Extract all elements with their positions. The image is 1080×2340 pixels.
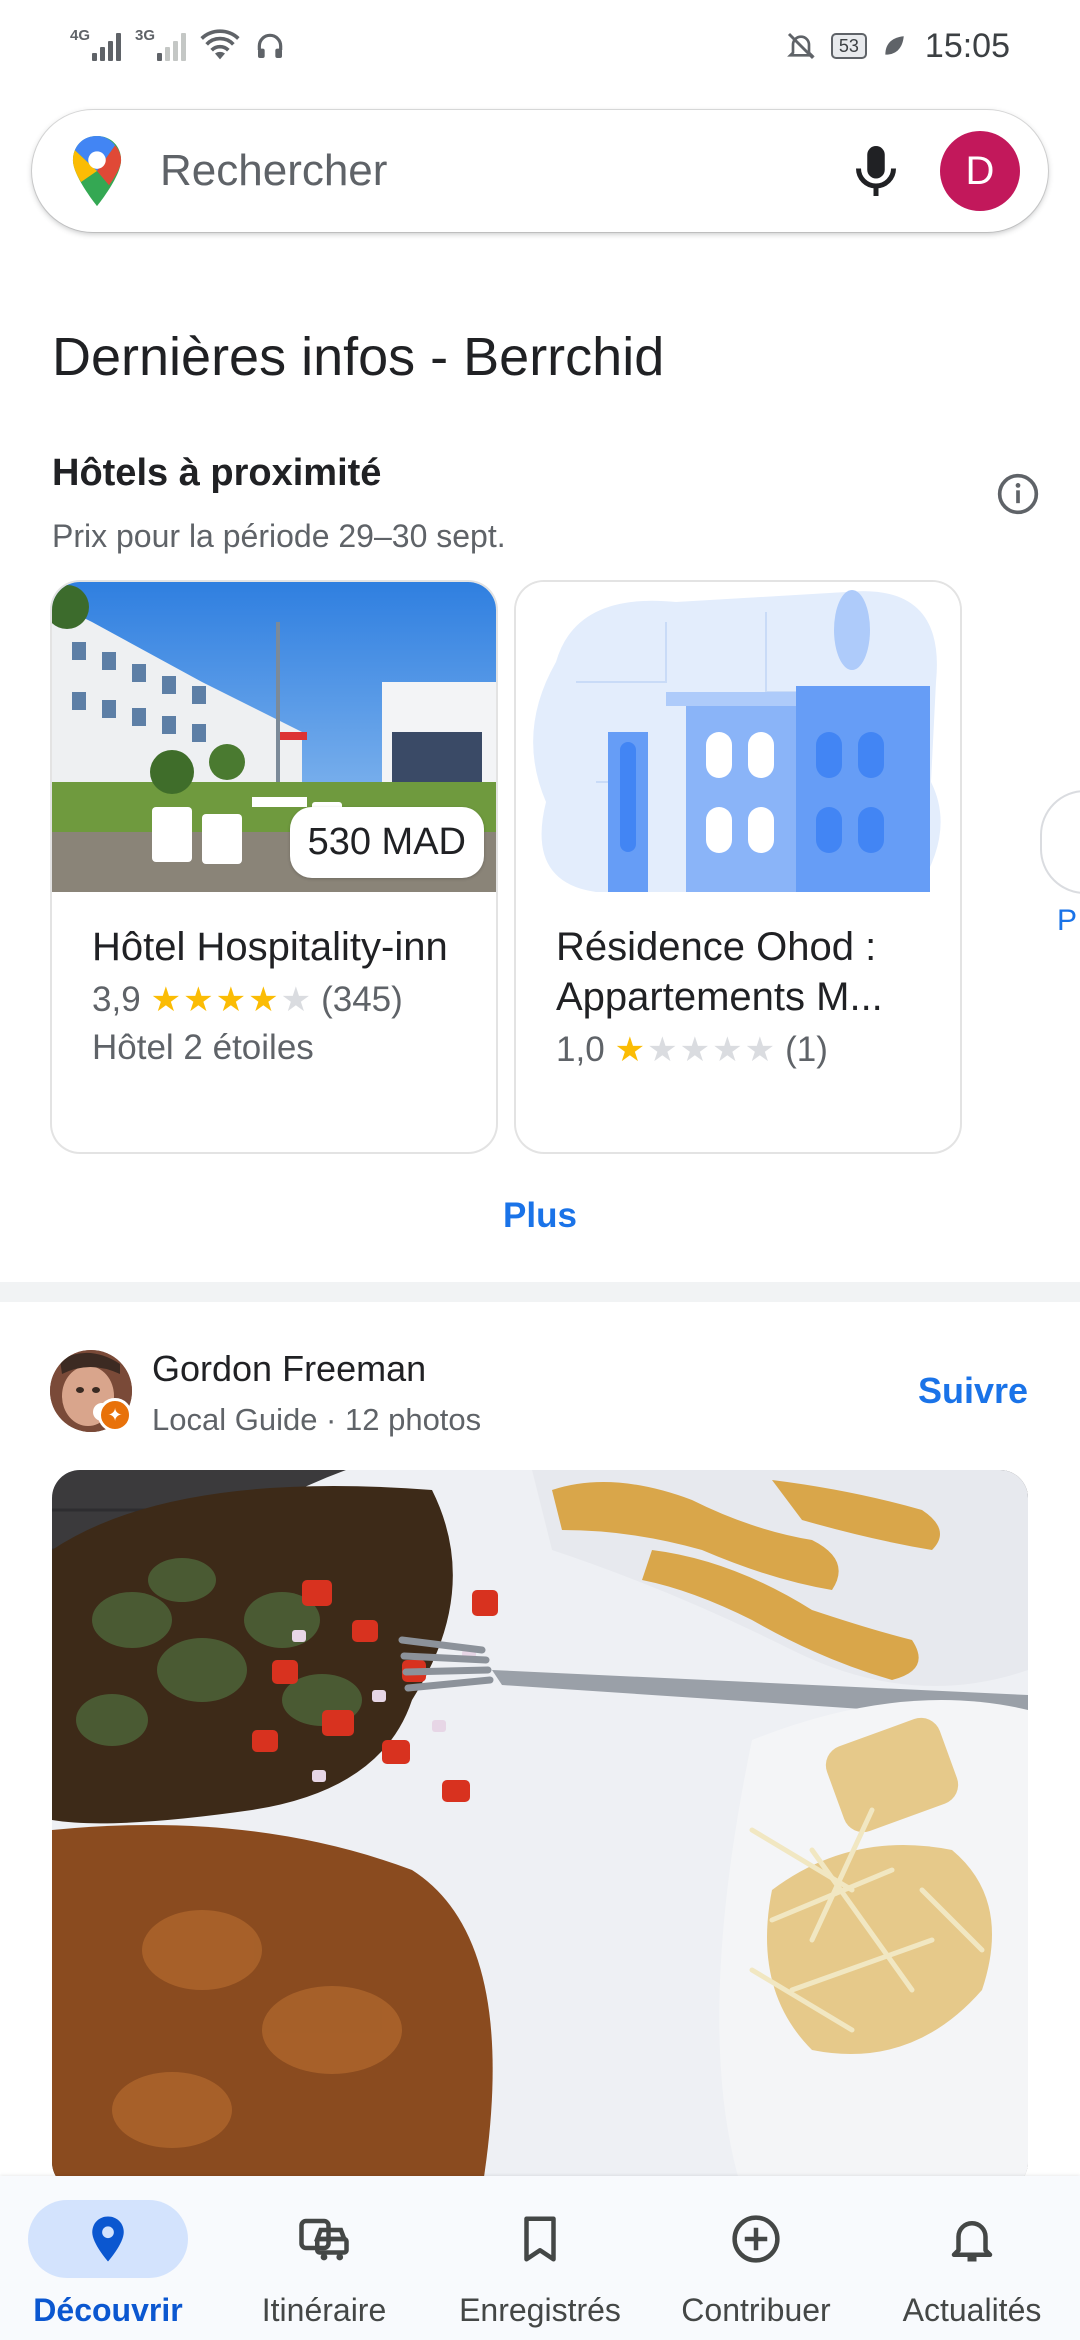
hotel-placeholder-illustration bbox=[516, 582, 960, 892]
nav-label: Itinéraire bbox=[261, 2292, 387, 2328]
hotel-price: 530 MAD bbox=[289, 807, 484, 878]
leaf-icon bbox=[885, 36, 904, 55]
page-headline: Dernières infos - Berrchid bbox=[52, 327, 665, 387]
info-icon[interactable] bbox=[996, 472, 1040, 516]
more-link[interactable]: Plus bbox=[0, 1196, 1080, 1236]
search-bar[interactable]: Rechercher D bbox=[32, 110, 1048, 232]
sim1-signal-icon: 4G bbox=[70, 27, 121, 61]
follow-button[interactable]: Suivre bbox=[918, 1370, 1028, 1412]
hotel-name: Résidence Ohod : Appartements M... bbox=[556, 925, 883, 1019]
sim2-signal-icon: 3G bbox=[135, 27, 186, 61]
post-photo[interactable] bbox=[52, 1470, 1028, 2190]
headset-icon bbox=[257, 33, 283, 58]
rating-value: 1,0 bbox=[556, 1030, 605, 1069]
commute-icon bbox=[299, 2218, 349, 2261]
rating-value: 3,9 bbox=[92, 980, 141, 1019]
bottom-navigation: Découvrir Itinéraire Enregistrés Contrib… bbox=[0, 2176, 1080, 2340]
hotels-section-title: Hôtels à proximité bbox=[52, 452, 382, 494]
hotel-card[interactable]: Résidence Ohod : Appartements M... 1,0 ★… bbox=[516, 582, 960, 1152]
star-rating-icon: ★ ★ ★ ★ ★ bbox=[150, 981, 312, 1019]
hotel-photo: 530 MAD bbox=[52, 582, 496, 892]
nav-label: Découvrir bbox=[33, 2292, 183, 2328]
status-time: 15:05 bbox=[924, 26, 1010, 65]
star-rating-icon: ★ ★ ★ ★ ★ bbox=[614, 1031, 776, 1069]
nav-label: Contribuer bbox=[681, 2292, 831, 2328]
hotel-rating: 3,9 ★ ★ ★ ★ ★ (345) bbox=[92, 980, 456, 1020]
pin-icon bbox=[92, 2216, 124, 2262]
hotel-class: Hôtel 2 étoiles bbox=[92, 1028, 314, 1067]
wifi-icon bbox=[200, 29, 240, 60]
nav-label: Enregistrés bbox=[459, 2292, 621, 2328]
search-input[interactable]: Rechercher bbox=[160, 146, 846, 196]
hotel-card[interactable]: 530 MAD Hôtel Hospitality-inn 3,9 ★ ★ ★ ★ ★ … bbox=[52, 582, 496, 1152]
review-count: (345) bbox=[321, 980, 403, 1019]
nav-tab-contribuer[interactable]: Contribuer bbox=[648, 2176, 864, 2340]
microphone-icon[interactable] bbox=[846, 141, 906, 201]
more-hotels-button[interactable] bbox=[1040, 790, 1080, 894]
author-name[interactable]: Gordon Freeman bbox=[152, 1348, 426, 1390]
google-maps-logo-icon bbox=[72, 136, 122, 206]
review-count: (1) bbox=[785, 1030, 828, 1069]
nav-tab-enregistres[interactable]: Enregistrés bbox=[432, 2176, 648, 2340]
hotels-section-subtitle: Prix pour la période 29–30 sept. bbox=[52, 518, 506, 554]
mute-bell-icon bbox=[786, 32, 815, 60]
bookmark-icon bbox=[524, 2216, 556, 2262]
hotel-rating: 1,0 ★ ★ ★ ★ ★ (1) bbox=[556, 1030, 920, 1070]
author-meta: Local Guide · 12 photos bbox=[152, 1402, 482, 1437]
hotel-name: Hôtel Hospitality-inn bbox=[92, 925, 448, 969]
bell-icon bbox=[951, 2221, 993, 2262]
more-hotels-label: P bbox=[1057, 904, 1078, 937]
status-bar: 4G 3G 53 15:05 bbox=[0, 0, 1080, 92]
account-avatar[interactable]: D bbox=[940, 131, 1020, 211]
battery-indicator: 53 bbox=[830, 33, 867, 59]
nav-tab-actualites[interactable]: Actualités bbox=[864, 2176, 1080, 2340]
status-right: 53 15:05 bbox=[785, 27, 1010, 66]
status-left: 4G 3G bbox=[70, 27, 286, 63]
local-guide-badge-icon: ✦ bbox=[98, 1398, 132, 1432]
nav-label: Actualités bbox=[902, 2292, 1042, 2328]
add-circle-icon bbox=[732, 2215, 780, 2263]
sim1-label: 4G bbox=[70, 27, 91, 44]
section-divider bbox=[0, 1282, 1080, 1302]
nav-tab-decouvrir[interactable]: Découvrir bbox=[0, 2176, 216, 2340]
sim2-label: 3G bbox=[135, 27, 156, 44]
nav-tab-itineraire[interactable]: Itinéraire bbox=[216, 2176, 432, 2340]
